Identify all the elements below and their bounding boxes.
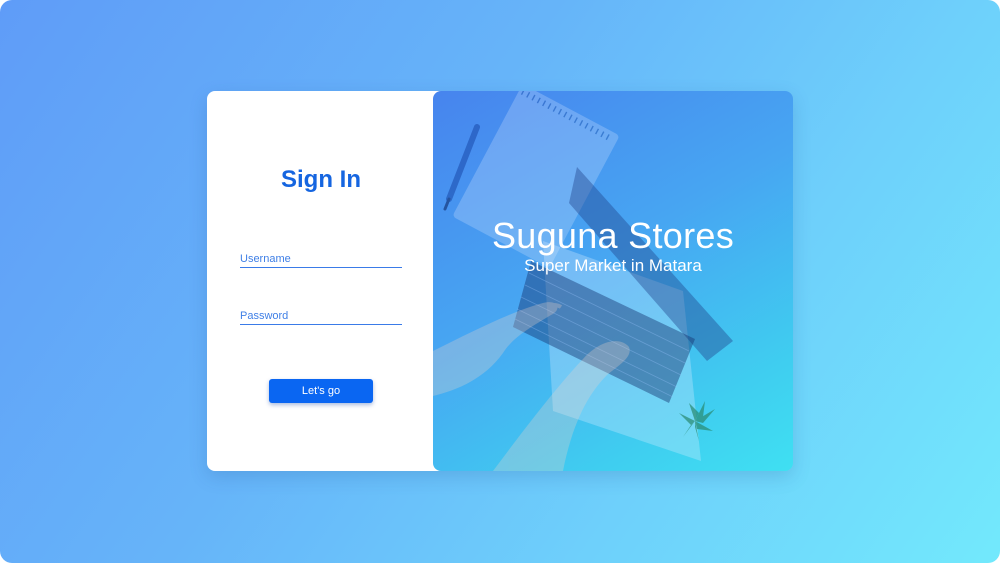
laptop-photo <box>433 91 733 471</box>
brand-tagline: Super Market in Matara <box>524 256 702 275</box>
page-background: Sign In Let's go <box>0 0 1000 563</box>
password-input[interactable] <box>240 310 402 324</box>
username-field <box>240 249 402 268</box>
hero-panel: Suguna Stores Super Market in Matara <box>433 91 793 471</box>
login-card: Sign In Let's go <box>207 91 793 471</box>
lets-go-button[interactable]: Let's go <box>269 379 373 403</box>
signin-panel: Sign In Let's go <box>207 91 447 471</box>
brand-name: Suguna Stores <box>491 215 735 256</box>
username-input[interactable] <box>240 253 402 267</box>
signin-title: Sign In <box>281 166 361 193</box>
password-field <box>240 306 402 325</box>
